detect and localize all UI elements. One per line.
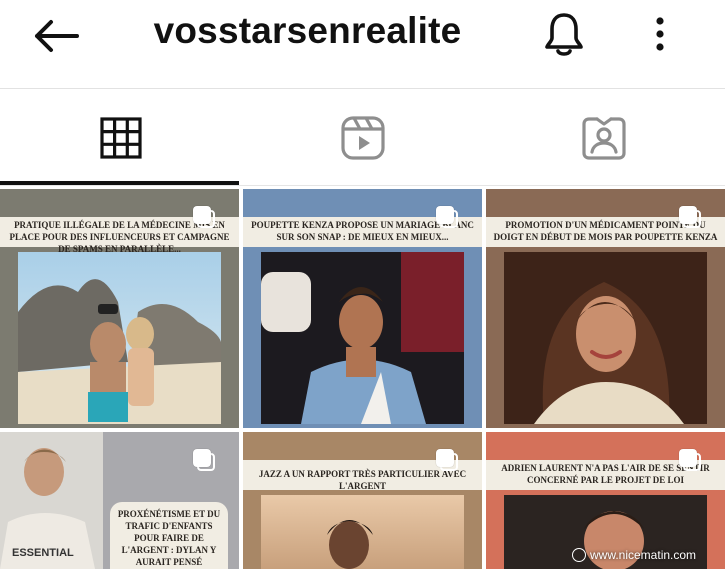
more-vertical-icon <box>656 17 664 51</box>
post-photo <box>261 252 464 424</box>
post-tile[interactable]: Promotion d'un médicament pointé du doig… <box>486 189 725 428</box>
carousel-icon <box>193 206 215 228</box>
post-photo <box>18 252 221 424</box>
reels-icon <box>340 115 385 160</box>
carousel-icon <box>193 449 215 471</box>
tagged-icon <box>582 116 626 160</box>
carousel-icon <box>679 206 701 228</box>
tabs-divider <box>0 185 725 186</box>
post-headline: Proxénétisme et du trafic d'enfants pour… <box>117 509 221 567</box>
post-photo <box>261 495 464 569</box>
carousel-icon <box>679 449 701 471</box>
more-options-button[interactable] <box>640 10 680 58</box>
post-photo <box>504 252 707 424</box>
post-photo: ESSENTIAL <box>0 432 103 569</box>
tab-grid[interactable] <box>0 89 242 186</box>
svg-text:ESSENTIAL: ESSENTIAL <box>12 547 74 559</box>
source-watermark: www.nicematin.com <box>572 545 696 565</box>
watermark-text: www.nicematin.com <box>590 548 697 562</box>
profile-username: vosstarsenrealite <box>153 10 462 51</box>
bell-icon <box>545 13 583 56</box>
profile-header: vosstarsenrealite <box>0 0 725 88</box>
profile-tabs <box>0 89 725 186</box>
grid-icon <box>100 116 142 159</box>
post-tile[interactable]: Jazz a un rapport très particulier avec … <box>243 432 482 569</box>
post-tile[interactable]: Pratique illégale de la médecine mis en … <box>0 189 239 428</box>
post-tile[interactable]: Poupette Kenza propose un mariage blanc … <box>243 189 482 428</box>
post-headline: Jazz a un rapport très particulier avec … <box>258 469 467 491</box>
carousel-icon <box>436 206 458 228</box>
tab-reels[interactable] <box>242 89 484 186</box>
notifications-button[interactable] <box>538 8 590 60</box>
carousel-icon <box>436 449 458 471</box>
post-tile[interactable]: ESSENTIAL Proxénétisme et du trafic d'en… <box>0 432 239 569</box>
watermark-logo-icon <box>572 548 586 562</box>
tab-tagged[interactable] <box>483 89 725 186</box>
